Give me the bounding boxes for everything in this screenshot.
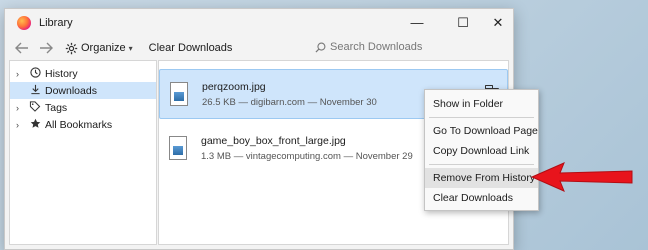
- download-filename: perqzoom.jpg: [202, 80, 266, 93]
- arrow-right-icon: [40, 42, 53, 54]
- maximize-button[interactable]: ☐: [445, 9, 481, 36]
- sidebar-item-label: All Bookmarks: [45, 118, 113, 131]
- sidebar-item-label: History: [45, 67, 78, 80]
- minimize-button[interactable]: —: [399, 9, 435, 36]
- chevron-down-icon: ▾: [128, 43, 133, 53]
- menu-item-remove-from-history[interactable]: Remove From History: [425, 168, 538, 188]
- sidebar-item-history[interactable]: › History: [10, 65, 156, 82]
- close-button[interactable]: ✕: [480, 9, 516, 36]
- gear-icon: [65, 42, 78, 54]
- image-file-icon: [170, 82, 188, 106]
- download-meta: 1.3 MB — vintagecomputing.com — November…: [201, 150, 413, 162]
- context-menu: Show in Folder Go To Download Page Copy …: [424, 89, 539, 211]
- sidebar-item-label: Downloads: [45, 84, 97, 97]
- menu-item-clear-downloads[interactable]: Clear Downloads: [425, 188, 538, 208]
- expand-chevron-icon[interactable]: ›: [16, 103, 28, 113]
- search-input[interactable]: Search Downloads: [330, 41, 422, 53]
- sidebar-item-label: Tags: [45, 101, 68, 114]
- firefox-logo-icon: [17, 15, 31, 30]
- sidebar: › History Downloads › Tags › All Bookmar…: [9, 60, 157, 245]
- menu-item-copy-download-link[interactable]: Copy Download Link: [425, 141, 538, 161]
- expand-chevron-icon[interactable]: ›: [16, 120, 28, 130]
- clear-downloads-button[interactable]: Clear Downloads: [149, 42, 233, 54]
- clock-icon: [28, 66, 42, 81]
- arrow-left-icon: [15, 42, 28, 54]
- menu-item-show-in-folder[interactable]: Show in Folder: [425, 94, 538, 114]
- expand-chevron-icon[interactable]: ›: [16, 69, 28, 79]
- red-pointer-arrow-icon: [530, 162, 633, 192]
- window-title: Library: [39, 16, 73, 29]
- download-icon: [28, 84, 42, 98]
- title-bar: Library — ☐ ✕: [5, 9, 513, 36]
- sidebar-item-all-bookmarks[interactable]: › All Bookmarks: [10, 116, 156, 133]
- sidebar-item-tags[interactable]: › Tags: [10, 99, 156, 116]
- menu-item-go-to-download-page[interactable]: Go To Download Page: [425, 121, 538, 141]
- menu-separator: [429, 117, 534, 118]
- sidebar-item-downloads[interactable]: Downloads: [10, 82, 156, 99]
- star-icon: [28, 118, 42, 132]
- search-icon: [315, 42, 326, 53]
- menu-separator: [429, 164, 534, 165]
- forward-button[interactable]: [37, 39, 55, 57]
- tag-icon: [28, 100, 42, 115]
- organize-button[interactable]: Organize ▾: [65, 42, 133, 55]
- organize-label: Organize: [81, 42, 126, 54]
- search-box[interactable]: Search Downloads: [309, 37, 509, 57]
- download-filename: game_boy_box_front_large.jpg: [201, 134, 346, 147]
- image-file-icon: [169, 136, 187, 160]
- download-meta: 26.5 KB — digibarn.com — November 30: [202, 96, 377, 108]
- back-button[interactable]: [13, 39, 31, 57]
